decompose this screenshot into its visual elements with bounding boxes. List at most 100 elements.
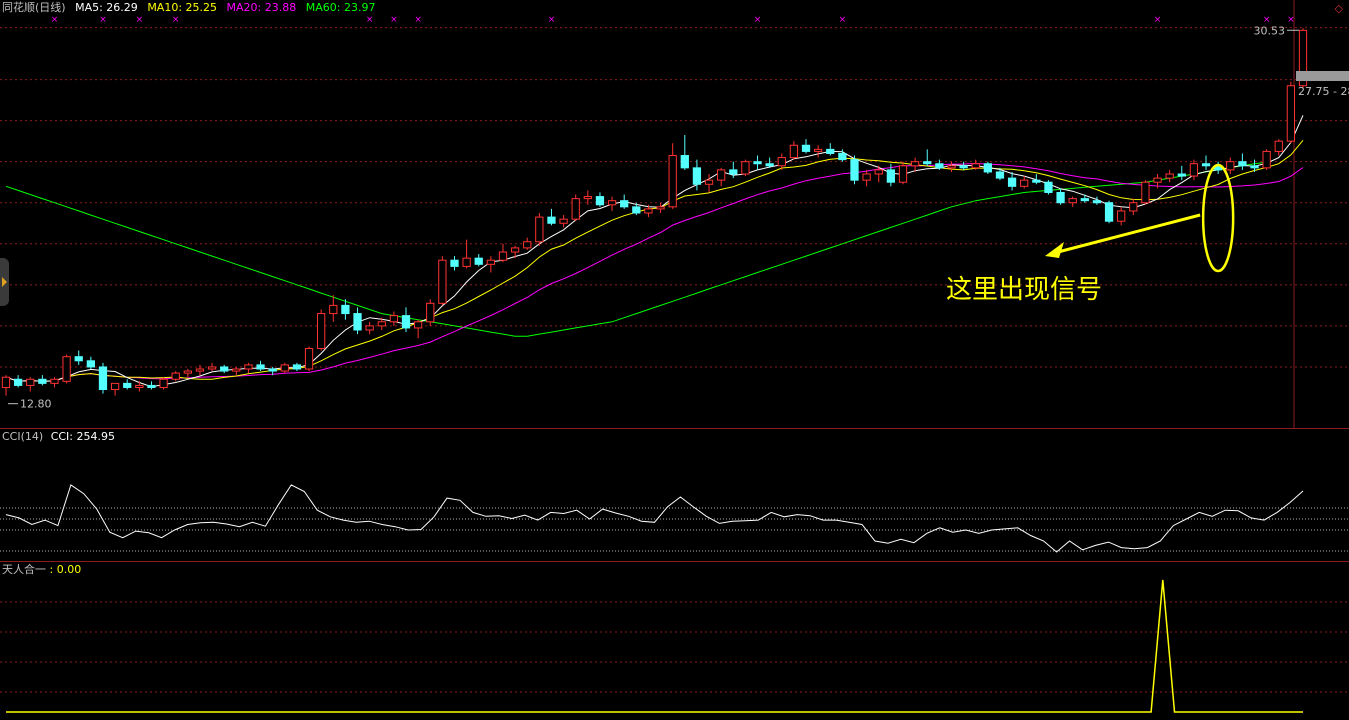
candle — [753, 161, 762, 165]
signal-marker: × — [1154, 15, 1162, 25]
candlestick-panel[interactable]: × × × × × × × × × × × × × 30.53 12.80 27.75 - 28 这里出现信号 … — [0, 0, 1349, 428]
candle — [1189, 163, 1199, 177]
candle — [341, 304, 350, 315]
signal-marker: × — [548, 15, 556, 25]
candle — [280, 364, 289, 372]
candle — [1153, 177, 1162, 183]
tianren-panel[interactable]: 天人合一 : 0.00 — [0, 561, 1349, 720]
candle — [777, 157, 786, 167]
candle — [886, 169, 896, 183]
side-panel-toggle-icon[interactable] — [0, 258, 9, 306]
candle — [874, 169, 883, 175]
candle — [98, 366, 108, 391]
candle — [1141, 181, 1150, 204]
candle — [680, 155, 689, 169]
cci-label: CCI(14) — [2, 430, 44, 443]
candle — [862, 173, 871, 181]
candle — [171, 372, 180, 380]
candle — [462, 257, 471, 267]
candle — [1104, 202, 1114, 222]
signal-arrow-shaft — [1057, 213, 1201, 254]
signal-marker: × — [366, 15, 374, 25]
ma60-label: MA60: 23.97 — [305, 1, 376, 14]
low-price-label: 12.80 — [20, 398, 52, 411]
cci-chart[interactable] — [0, 429, 1349, 562]
candle — [304, 347, 314, 370]
candle — [1020, 179, 1029, 187]
candle — [656, 206, 665, 210]
candle — [438, 259, 447, 304]
candle — [510, 247, 520, 253]
candle — [135, 384, 144, 388]
candle — [220, 366, 229, 372]
candle — [741, 161, 750, 175]
tianren-chart[interactable] — [0, 562, 1349, 720]
candle — [1274, 140, 1283, 152]
candle — [159, 378, 168, 388]
candle — [256, 364, 265, 370]
candle — [498, 251, 508, 261]
candle — [1, 376, 11, 388]
candle — [1080, 198, 1089, 202]
candle — [474, 257, 483, 265]
candle — [729, 169, 738, 175]
chart-title: 同花顺(日线) — [2, 1, 66, 14]
candle — [826, 148, 835, 154]
candle — [1044, 181, 1053, 193]
candle — [377, 321, 386, 327]
candle — [268, 368, 277, 372]
candle — [365, 325, 374, 331]
candle — [801, 144, 811, 152]
signal-marker: × — [414, 15, 422, 25]
candle — [486, 259, 495, 265]
candle — [838, 152, 847, 161]
candle — [232, 368, 241, 372]
cci-legend: CCI(14) CCI: 254.95 — [2, 430, 121, 444]
candle — [13, 378, 23, 386]
candle — [632, 206, 641, 214]
ma5-line — [5, 115, 1304, 388]
candle — [571, 198, 580, 220]
candle — [317, 313, 326, 349]
candle — [547, 216, 556, 224]
signal-marker: × — [99, 15, 107, 25]
candle — [620, 200, 629, 208]
signal-arrow-head — [1045, 242, 1064, 258]
candle — [959, 165, 968, 169]
candle — [123, 382, 132, 388]
candle — [1226, 161, 1235, 171]
candle — [1056, 191, 1065, 204]
candle — [292, 364, 302, 370]
candle — [207, 366, 217, 370]
candle — [535, 216, 544, 243]
price-range-label: 27.75 - 28 — [1298, 85, 1349, 98]
candle — [935, 163, 944, 169]
candle — [26, 378, 35, 386]
candle — [195, 368, 205, 372]
candle — [668, 155, 677, 208]
ma20-label: MA20: 23.88 — [226, 1, 297, 14]
cci-line — [5, 484, 1304, 553]
candle — [995, 171, 1005, 179]
signal-marker: × — [839, 15, 847, 25]
candle — [789, 144, 799, 159]
candle — [1238, 161, 1247, 167]
signal-highlight-ellipse — [1201, 163, 1235, 273]
candle — [814, 148, 823, 152]
candle — [910, 161, 920, 167]
cci-value: CCI: 254.95 — [50, 430, 115, 443]
candle — [850, 159, 859, 181]
main-legend: 同花顺(日线) MA5: 26.29 MA10: 25.25 MA20: 23.… — [2, 1, 381, 15]
ma10-line — [5, 139, 1304, 382]
candle — [583, 196, 592, 200]
diamond-icon[interactable]: ◇ — [1335, 2, 1343, 15]
candle — [413, 321, 423, 329]
candlestick-chart[interactable]: × × × × × × × × × × × × ×30.5312.8027.75 - 28这里出现信号 — [0, 0, 1349, 428]
candle — [1262, 150, 1271, 169]
cci-panel[interactable]: CCI(14) CCI: 254.95 — [0, 428, 1349, 562]
tianren-label: 天人合一 — [2, 563, 46, 576]
candle — [559, 218, 568, 224]
candle — [74, 356, 83, 362]
candle — [1286, 85, 1296, 142]
candle — [183, 370, 192, 374]
